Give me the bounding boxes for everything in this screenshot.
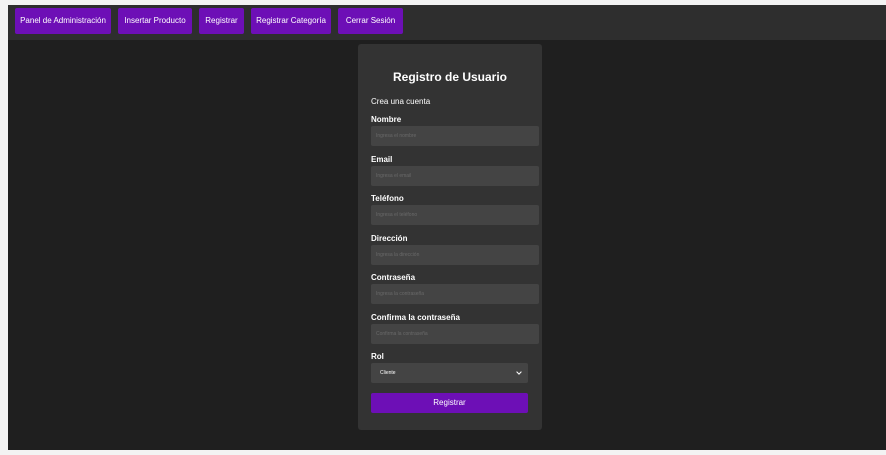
- top-navbar: Panel de Administración Insertar Product…: [8, 5, 886, 40]
- confirma-contrasena-label: Confirma la contraseña: [371, 313, 460, 322]
- form-title: Registro de Usuario: [392, 70, 508, 84]
- rol-label: Rol: [371, 352, 384, 361]
- nav-cerrar-sesion-button[interactable]: Cerrar Sesión: [338, 8, 403, 34]
- app-window: Panel de Administración Insertar Product…: [8, 5, 886, 450]
- confirma-contrasena-input[interactable]: [371, 324, 539, 344]
- rol-select-value: Cliente: [380, 370, 396, 376]
- nav-insertar-producto-button[interactable]: Insertar Producto: [118, 8, 192, 34]
- chevron-down-icon: [516, 363, 522, 383]
- registrar-submit-button[interactable]: Registrar: [371, 393, 528, 413]
- rol-select[interactable]: Cliente: [371, 363, 528, 383]
- form-subtitle: Crea una cuenta: [371, 97, 431, 106]
- direccion-input[interactable]: [371, 245, 539, 265]
- direccion-label: Dirección: [371, 234, 408, 243]
- nombre-label: Nombre: [371, 115, 402, 124]
- email-label: Email: [371, 155, 393, 164]
- nombre-input[interactable]: [371, 126, 539, 146]
- email-input[interactable]: [371, 166, 539, 186]
- nav-registrar-categoria-button[interactable]: Registrar Categoría: [251, 8, 331, 34]
- nav-registrar-button[interactable]: Registrar: [199, 8, 244, 34]
- telefono-input[interactable]: [371, 205, 539, 225]
- contrasena-label: Contraseña: [371, 273, 416, 282]
- contrasena-input[interactable]: [371, 284, 539, 304]
- telefono-label: Teléfono: [371, 194, 404, 203]
- registration-form-card: Registro de Usuario Crea una cuenta Nomb…: [358, 44, 542, 430]
- nav-panel-administracion-button[interactable]: Panel de Administración: [15, 8, 111, 34]
